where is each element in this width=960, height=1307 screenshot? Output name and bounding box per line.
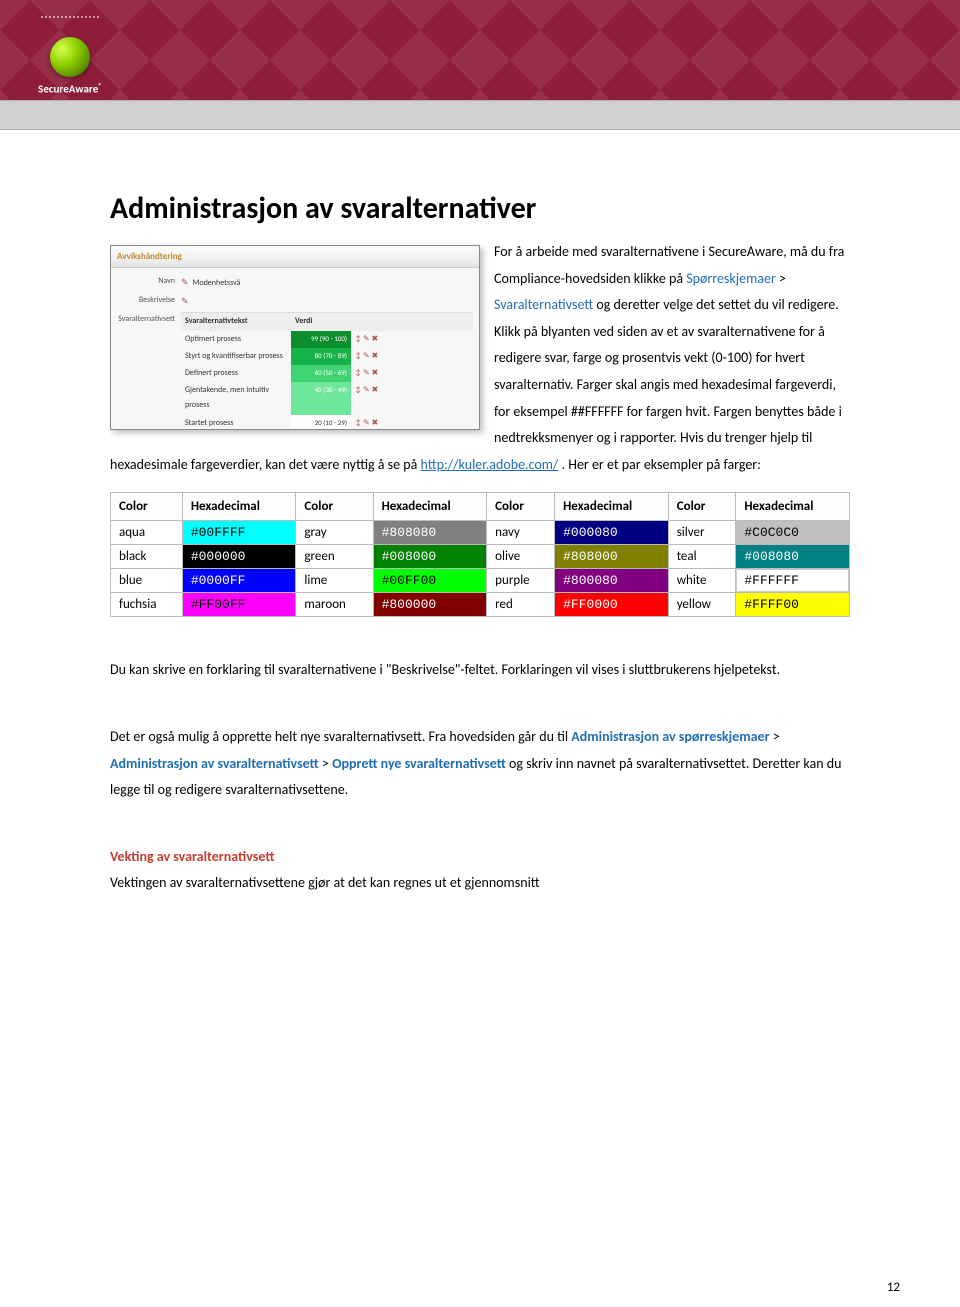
alt-text: Gjentakende, men intuitiv prosess [181,382,291,414]
text-vekting: Vektingen av svaralternativsettene gjør … [110,870,850,897]
col-color: Color [111,493,183,521]
color-hex: #808080 [373,521,487,545]
color-name: blue [111,569,183,593]
color-table: ColorHexadecimalColorHexadecimalColorHex… [110,492,850,617]
alt-row: Styrt og kvantifiserbar prosess80 (70 - … [181,348,473,365]
color-row: fuchsia#FF00FFmaroon#800000red#FF0000yel… [111,593,850,617]
brand-logo: SecureAware® [25,15,115,96]
color-hex: #FFFFFF [736,569,850,593]
col-hex: Hexadecimal [373,493,487,521]
figure-svaralternativsett: Avvikshåndtering Navn Modenhetssvä Beskr… [110,245,480,430]
alt-text: Definert prosess [181,365,291,382]
link-kuler[interactable]: http://kuler.adobe.com/ [421,456,559,473]
row-actions[interactable]: ↕ ✎ ✖ [351,382,401,414]
row-actions[interactable]: ↕ ✎ ✖ [351,415,401,430]
color-hex: #FF00FF [182,593,296,617]
label-svaralternativsett: Svaralternativsett [117,312,181,327]
label-navn: Navn [117,274,181,289]
color-hex: #C0C0C0 [736,521,850,545]
brand-name: SecureAware® [38,81,102,96]
color-name: white [668,569,736,593]
color-hex: #000080 [555,521,669,545]
color-name: black [111,545,183,569]
col-text: Svaralternativtekst [181,313,291,330]
paragraph-opprette: Det er også mulig å opprette helt nye sv… [110,724,850,804]
name-value: Modenhetssvä [193,278,241,288]
color-name: purple [487,569,555,593]
alt-row: Gjentakende, men intuitiv prosess40 (30 … [181,382,473,414]
page-title: Administrasjon av svaralternativer [110,190,850,227]
alt-badge: 40 (30 - 49) [291,382,351,414]
link-svaralternativsett[interactable]: Svaralternativsett [494,296,593,313]
color-hex: #800080 [555,569,669,593]
color-hex: #000000 [182,545,296,569]
col-color: Color [668,493,736,521]
col-color: Color [296,493,373,521]
brand-banner: SecureAware® [0,0,960,100]
alt-table: Svaralternativtekst Verdi Optimert prose… [181,312,473,430]
color-name: silver [668,521,736,545]
color-name: green [296,545,373,569]
color-hex: #008080 [736,545,850,569]
col-verdi: Verdi [291,313,327,330]
heading-vekting: Vekting av svaralternativsett [110,844,850,871]
color-hex: #00FF00 [373,569,487,593]
col-hex: Hexadecimal [182,493,296,521]
row-actions[interactable]: ↕ ✎ ✖ [351,348,401,365]
alt-badge: 60 (50 - 69) [291,365,351,382]
color-name: lime [296,569,373,593]
color-hex: #00FFFF [182,521,296,545]
page-number: 12 [887,1280,900,1295]
subheader-bar [0,100,960,130]
color-hex: #808000 [555,545,669,569]
col-hex: Hexadecimal [555,493,669,521]
color-row: blue#0000FFlime#00FF00purple#800080white… [111,569,850,593]
color-row: black#000000green#008000olive#808000teal… [111,545,850,569]
intro-text-1: For å arbeide med svaralternativene i Se… [494,243,844,287]
color-hex: #008000 [373,545,487,569]
color-hex: #FF0000 [555,593,669,617]
link-sporreskjemaer[interactable]: Spørreskjemaer [686,270,776,287]
color-name: maroon [296,593,373,617]
color-name: olive [487,545,555,569]
color-name: fuchsia [111,593,183,617]
alt-row: Definert prosess60 (50 - 69)↕ ✎ ✖ [181,365,473,382]
alt-row: Optimert prosess99 (90 - 100)↕ ✎ ✖ [181,331,473,348]
nav-admin-svaralternativsett: Administrasjon av svaralternativsett [110,755,319,772]
nav-opprett-nye: Opprett nye svaralternativsett [332,755,506,772]
nav-admin-sporreskjemaer: Administrasjon av spørreskjemaer [571,728,769,745]
color-name: aqua [111,521,183,545]
intro-text-3: . Her er et par eksempler på farger: [562,456,761,473]
color-hex: #0000FF [182,569,296,593]
color-row: aqua#00FFFFgray#808080navy#000080silver#… [111,521,850,545]
label-beskrivelse: Beskrivelse [117,293,181,308]
sphere-icon [50,37,90,77]
color-name: navy [487,521,555,545]
row-actions[interactable]: ↕ ✎ ✖ [351,365,401,382]
pencil-icon[interactable] [181,278,193,288]
alt-row: Startet prosess20 (10 - 29)↕ ✎ ✖ [181,415,473,430]
section-vekting: Vekting av svaralternativsett Vektingen … [110,844,850,897]
pencil-icon[interactable] [181,297,193,307]
alt-badge: 20 (10 - 29) [291,415,351,430]
row-actions[interactable]: ↕ ✎ ✖ [351,331,401,348]
col-color: Color [487,493,555,521]
paragraph-beskrivelse: Du kan skrive en forklaring til svaralte… [110,657,850,684]
color-name: yellow [668,593,736,617]
color-name: teal [668,545,736,569]
alt-text: Optimert prosess [181,331,291,348]
color-name: gray [296,521,373,545]
intro-paragraph: Avvikshåndtering Navn Modenhetssvä Beskr… [110,239,850,478]
color-hex: #FFFF00 [736,593,850,617]
color-name: red [487,593,555,617]
alt-text: Styrt og kvantifiserbar prosess [181,348,291,365]
alt-badge: 99 (90 - 100) [291,331,351,348]
alt-text: Startet prosess [181,415,291,430]
figure-tab: Avvikshåndtering [111,246,479,268]
col-hex: Hexadecimal [736,493,850,521]
alt-badge: 80 (70 - 89) [291,348,351,365]
color-hex: #800000 [373,593,487,617]
